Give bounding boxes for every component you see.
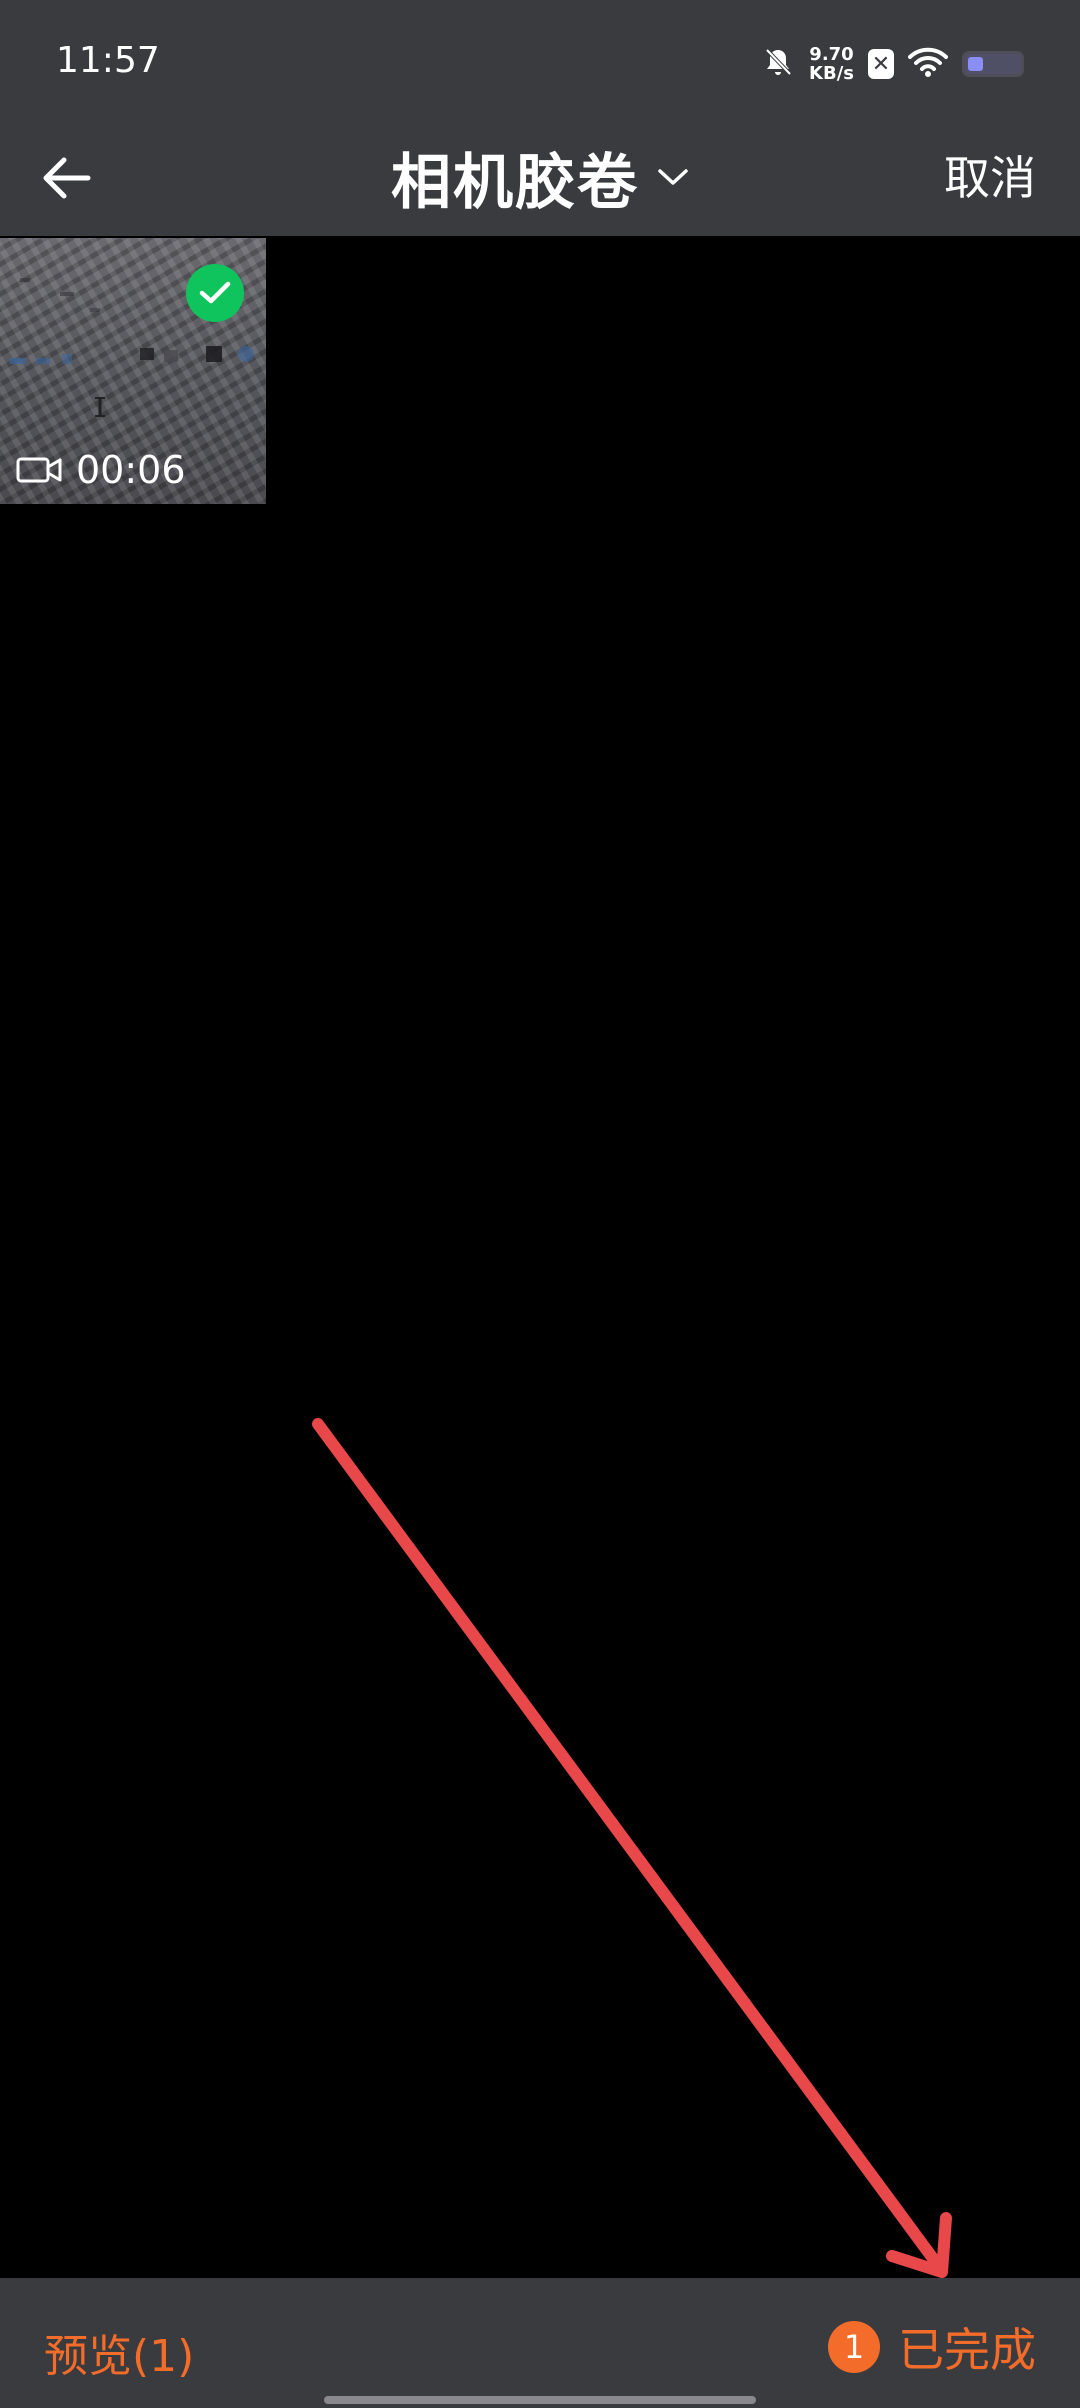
chevron-down-icon xyxy=(658,169,688,185)
status-bar: 11:57 9.70 KB/s ✕ xyxy=(0,0,1080,120)
net-speed-value: 9.70 xyxy=(809,44,854,65)
album-title: 相机胶卷 xyxy=(391,147,639,218)
battery-level xyxy=(968,57,983,71)
home-indicator[interactable] xyxy=(324,2396,756,2404)
selected-count-badge: 1 xyxy=(828,2321,880,2373)
done-label: 已完成 xyxy=(898,2323,1036,2377)
bottom-bar: 预览(1) 1 已完成 xyxy=(0,2278,1080,2408)
checkmark-icon xyxy=(199,281,231,304)
status-icons: 9.70 KB/s ✕ xyxy=(761,40,1024,88)
net-speed-unit: KB/s xyxy=(809,63,854,84)
bell-muted-icon xyxy=(761,45,795,83)
done-button[interactable]: 1 已完成 xyxy=(828,2314,1036,2380)
title-bar: 相机胶卷 取消 xyxy=(0,120,1080,236)
wifi-icon xyxy=(908,46,948,82)
video-duration-row: 00:06 xyxy=(16,448,186,492)
video-camera-icon xyxy=(16,457,62,483)
status-time: 11:57 xyxy=(56,40,160,81)
media-item-video[interactable]: 00:06 xyxy=(0,238,266,504)
video-duration: 00:06 xyxy=(76,448,186,492)
cancel-button[interactable]: 取消 xyxy=(944,142,1036,208)
selected-check-icon[interactable] xyxy=(186,264,244,322)
net-speed: 9.70 KB/s xyxy=(809,45,854,83)
preview-button[interactable]: 预览(1) xyxy=(44,2320,194,2384)
app-x-icon: ✕ xyxy=(868,49,894,79)
album-selector[interactable]: 相机胶卷 xyxy=(0,134,1080,220)
battery-icon xyxy=(962,51,1024,77)
